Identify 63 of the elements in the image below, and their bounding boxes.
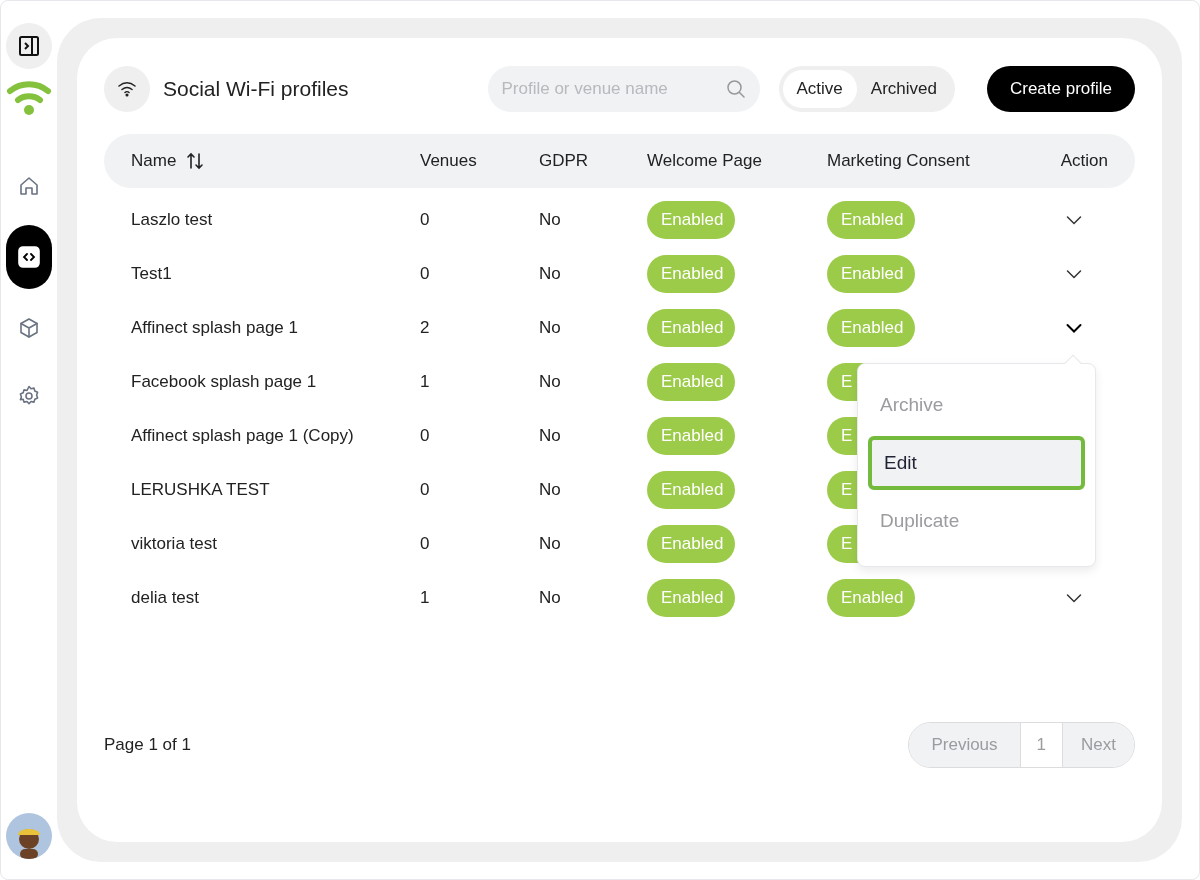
status-tab[interactable]: Active <box>782 70 857 108</box>
page-number-button[interactable]: 1 <box>1019 723 1064 767</box>
table-cell-text: 0 <box>420 425 431 448</box>
collapse-sidebar-button[interactable] <box>6 23 52 69</box>
sidebar-nav-item[interactable] <box>6 225 52 289</box>
table-cell-text: LERUSHKA TEST <box>131 479 271 502</box>
status-badge: Enabled <box>647 363 735 401</box>
table-cell-text: 1 <box>420 587 431 610</box>
table-cell-text: No <box>539 263 562 286</box>
table-cell-text: Affinect splash page 1 <box>131 317 299 340</box>
status-tab[interactable]: Archived <box>856 70 951 108</box>
create-profile-button[interactable]: Create profile <box>986 66 1135 112</box>
previous-button[interactable]: Previous <box>909 723 1020 767</box>
table-cell-text: No <box>539 533 562 556</box>
column-header: GDPR <box>539 150 590 173</box>
table-cell-text: 0 <box>420 479 431 502</box>
status-badge: Enabled <box>647 417 735 455</box>
page-title: Social Wi-Fi profiles <box>163 76 349 103</box>
table-cell-text: 2 <box>420 317 431 340</box>
table-cell-text: 1 <box>420 371 431 394</box>
status-badge: Enabled <box>647 255 735 293</box>
sidebar-toggle-icon <box>17 34 41 58</box>
status-badge: Enabled <box>647 471 735 509</box>
table-cell-text: No <box>539 317 562 340</box>
column-header: Venues <box>420 150 478 173</box>
status-badge: Enabled <box>827 201 915 239</box>
status-badge: Enabled <box>647 309 735 347</box>
column-header: Action <box>1059 150 1108 173</box>
table-cell-text: No <box>539 371 562 394</box>
table-cell-text: 0 <box>420 209 431 232</box>
next-button[interactable]: Next <box>1063 723 1134 767</box>
menu-item[interactable]: Edit <box>868 436 1085 490</box>
column-header: Name <box>131 150 177 173</box>
page-summary: Page 1 of 1 <box>104 734 191 757</box>
table-cell-text: 0 <box>420 263 431 286</box>
status-badge: Enabled <box>647 525 735 563</box>
column-header: Welcome Page <box>647 150 763 173</box>
status-badge: Enabled <box>827 579 915 617</box>
table-cell-text: delia test <box>131 587 201 610</box>
table-cell-text: 0 <box>420 533 431 556</box>
search-icon <box>725 79 746 99</box>
status-badge: Enabled <box>647 579 735 617</box>
table-cell-text: viktoria test <box>131 533 218 556</box>
wifi-logo-icon <box>6 79 52 117</box>
cube-icon <box>17 316 41 340</box>
column-header: Marketing Consent <box>827 150 971 173</box>
wifi-icon <box>104 66 150 112</box>
table-cell-text: Affinect splash page 1 (Copy) <box>131 425 355 448</box>
search-field[interactable]: Profile or venue name <box>487 66 760 112</box>
status-badge: Enabled <box>827 309 915 347</box>
avatar-icon[interactable] <box>6 813 52 859</box>
code-icon <box>18 246 40 268</box>
table-cell-text: Laszlo test <box>131 209 214 232</box>
table-cell-text: No <box>539 587 562 610</box>
sort-icon[interactable] <box>186 152 205 170</box>
table-cell-text: No <box>539 425 562 448</box>
table-cell-text: No <box>539 479 562 502</box>
table-cell-text: Facebook splash page 1 <box>131 371 318 394</box>
table-cell-text: No <box>539 209 562 232</box>
home-icon <box>17 174 41 198</box>
status-badge: Enabled <box>827 255 915 293</box>
table-cell-text: Test1 <box>131 263 173 286</box>
status-badge: Enabled <box>647 201 735 239</box>
